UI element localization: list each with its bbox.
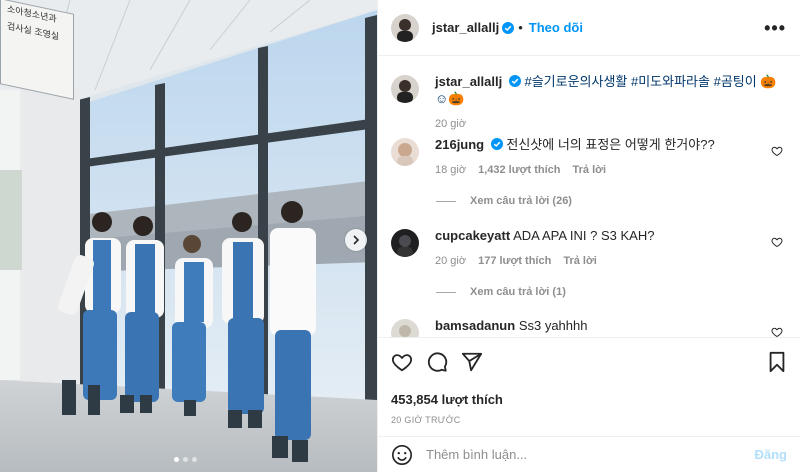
heart-icon[interactable] [771, 145, 783, 157]
add-comment-bar: Đăng [378, 436, 800, 472]
comment-text: Ss3 yahhhh [518, 318, 588, 333]
comment-icon[interactable] [426, 351, 448, 373]
reply-button[interactable]: Trả lời [573, 162, 607, 179]
post-sidebar: jstar_allallj • Theo dõi ••• jstar_allal… [377, 0, 800, 472]
more-options-icon[interactable]: ••• [764, 19, 786, 37]
post-photo[interactable]: 소아청소년과 검사실 조영실 [0, 0, 377, 472]
comment-time: 20 giờ [435, 255, 467, 267]
avatar[interactable] [391, 138, 419, 166]
verified-icon [508, 75, 521, 87]
separator-dot: • [518, 20, 523, 35]
view-replies-button[interactable]: Xem câu trả lời (26) [436, 195, 572, 207]
comment-username[interactable]: 216jung [435, 137, 484, 152]
carousel-dot [192, 457, 197, 462]
comment-item: 216jung 전신샷에 너의 표정은 어떻게 한거야?? 18 giờ 1,4… [391, 136, 787, 179]
heart-icon[interactable] [771, 236, 783, 248]
comment-username[interactable]: bamsadanun [435, 318, 515, 333]
post-author-username[interactable]: jstar_allallj [432, 20, 499, 35]
comment-likes[interactable]: 1,432 lượt thích [478, 162, 560, 179]
view-replies-label: Xem câu trả lời (1) [470, 286, 566, 298]
carousel-dot [174, 457, 179, 462]
bookmark-icon[interactable] [767, 351, 787, 373]
follow-button[interactable]: Theo dõi [529, 20, 583, 35]
reply-button[interactable]: Trả lời [563, 253, 597, 270]
view-replies-label: Xem câu trả lời (26) [470, 195, 572, 207]
verified-icon [490, 138, 503, 150]
comment-username[interactable]: cupcakeyatt [435, 228, 510, 243]
verified-icon [502, 21, 515, 34]
avatar[interactable] [391, 319, 419, 337]
comment-time: 18 giờ [435, 164, 467, 176]
caption-time: 20 giờ [435, 118, 467, 130]
post-comment-button[interactable]: Đăng [755, 447, 788, 462]
more-label: ••• [764, 17, 786, 38]
likes-count[interactable]: 453,854 lượt thích [391, 392, 787, 407]
instagram-post: 소아청소년과 검사실 조영실 jstar_allallj • Theo dõi … [0, 0, 800, 472]
heart-icon[interactable] [771, 326, 783, 337]
avatar[interactable] [391, 75, 419, 103]
avatar[interactable] [391, 229, 419, 257]
comment-text: ADA APA INI ? S3 KAH? [513, 228, 655, 243]
post-time: 20 GIỜ TRƯỚC [391, 415, 461, 425]
comment-likes[interactable]: 177 lượt thích [478, 253, 551, 270]
view-replies-button[interactable]: Xem câu trả lời (1) [436, 286, 566, 298]
comment-item: cupcakeyatt ADA APA INI ? S3 KAH? 20 giờ… [391, 227, 787, 270]
caption-username[interactable]: jstar_allallj [435, 74, 502, 89]
heart-icon[interactable] [391, 351, 413, 373]
caption: jstar_allallj #슬기로운의사생활 #미도와파라솔 #곰팅이 🎃☺🎃… [391, 73, 787, 133]
comment-item: bamsadanun Ss3 yahhhh [391, 317, 787, 337]
chevron-right-icon [353, 235, 360, 245]
post-actions: 453,854 lượt thích 20 GIỜ TRƯỚC [378, 337, 800, 425]
comment-input[interactable] [426, 447, 755, 462]
carousel-dot [183, 457, 188, 462]
carousel-next-button[interactable] [345, 229, 367, 251]
avatar[interactable] [391, 13, 419, 42]
comments-list: jstar_allallj #슬기로운의사생활 #미도와파라솔 #곰팅이 🎃☺🎃… [378, 57, 800, 337]
carousel-dots [174, 457, 197, 462]
department-sign: 소아청소년과 검사실 조영실 [0, 0, 74, 100]
share-icon[interactable] [461, 351, 483, 373]
post-header: jstar_allallj • Theo dõi ••• [378, 0, 800, 56]
comment-text: 전신샷에 너의 표정은 어떻게 한거야?? [506, 137, 715, 152]
emoji-icon[interactable] [391, 444, 413, 466]
